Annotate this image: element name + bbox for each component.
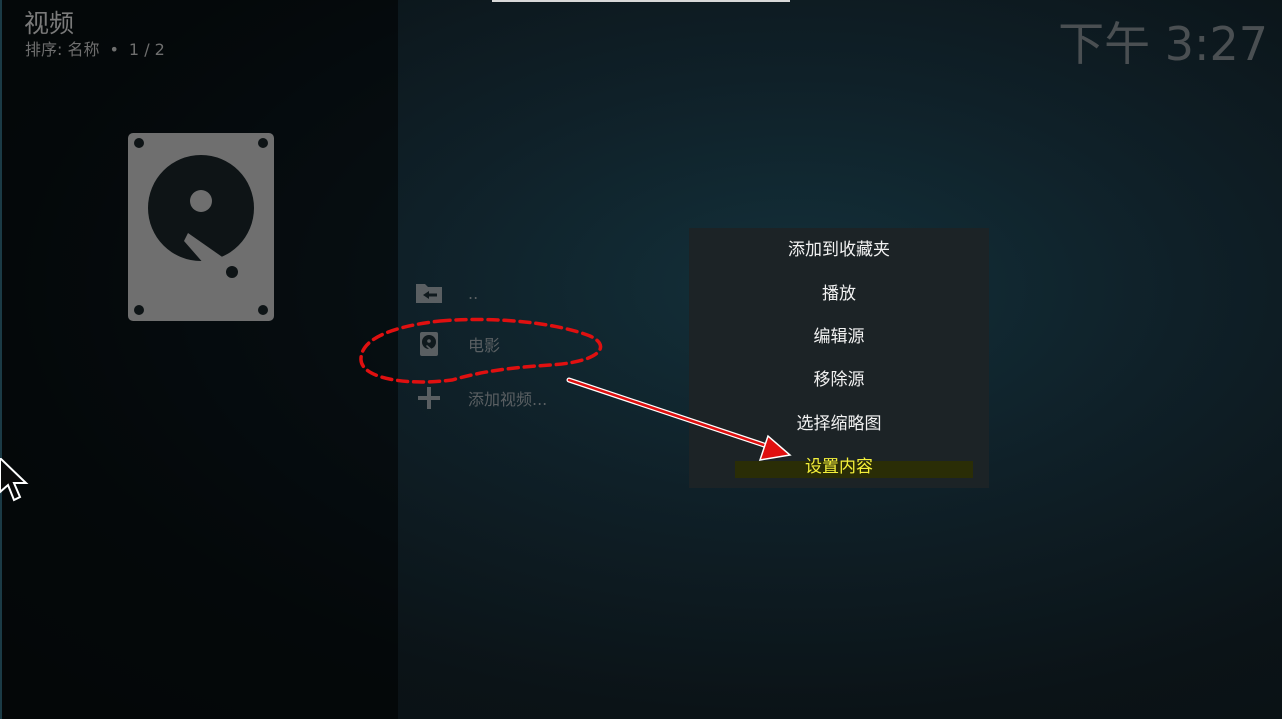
list-item-label: 电影 [468,336,501,355]
hard-drive-small-icon [414,329,444,359]
left-info-panel [0,0,398,719]
list-item-parent[interactable]: .. [414,275,478,311]
list-item-add-video[interactable]: 添加视频... [414,380,547,416]
separator-dot: • [109,40,119,59]
top-accent-bar [492,0,790,2]
menu-item-edit-source[interactable]: 编辑源 [689,325,989,349]
clock: 下午 3:27 [1058,17,1268,71]
menu-item-add-favourites[interactable]: 添加到收藏夹 [689,238,989,262]
page-indicator: 1 / 2 [128,40,165,59]
menu-item-remove-source[interactable]: 移除源 [689,368,989,392]
plus-icon [414,383,444,413]
list-item-movies[interactable]: 电影 [414,326,500,362]
menu-item-play[interactable]: 播放 [689,282,989,306]
hard-drive-icon [128,133,274,321]
kodi-video-screen: 视频 排序: 名称 • 1 / 2 下午 3:27 .. 电影 添加视频... … [0,0,1282,719]
mouse-pointer-icon [0,458,29,502]
list-item-label: 添加视频... [468,390,548,409]
sort-label: 排序: 名称 [25,40,100,59]
page-title: 视频 [24,9,75,38]
folder-back-icon [414,278,444,308]
menu-item-choose-thumbnail[interactable]: 选择缩略图 [689,412,989,436]
sort-info: 排序: 名称 • 1 / 2 [25,36,165,60]
list-item-label: .. [468,283,479,303]
left-edge-line [0,0,2,719]
menu-item-set-content[interactable]: 设置内容 [689,455,989,479]
context-menu: 添加到收藏夹 播放 编辑源 移除源 选择缩略图 [689,228,989,488]
